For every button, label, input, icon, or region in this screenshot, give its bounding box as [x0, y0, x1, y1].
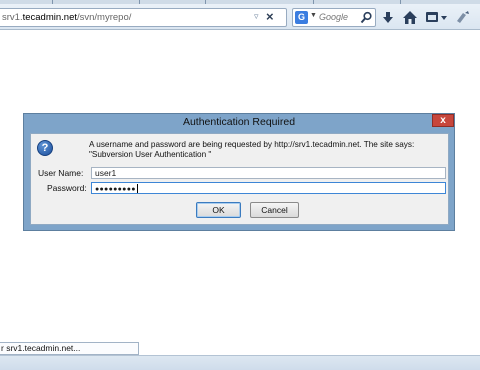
password-field[interactable]: ●●●●●●●●●	[91, 182, 446, 194]
home-icon[interactable]	[401, 9, 419, 26]
addon-icon[interactable]	[454, 9, 472, 26]
dialog-title: Authentication Required	[182, 116, 296, 128]
username-field[interactable]: user1	[91, 167, 446, 179]
chevron-down-icon[interactable]: ▼	[310, 12, 317, 19]
url-prefix: srv1.	[2, 12, 23, 23]
message-line: "Subversion User Authentication "	[89, 149, 212, 159]
url-text[interactable]: srv1.tecadmin.net/svn/myrepo/	[2, 12, 131, 23]
text-caret	[136, 184, 138, 193]
username-label: User Name:	[38, 168, 84, 178]
search-icon[interactable]	[360, 11, 373, 24]
status-tooltip: r srv1.tecadmin.net...	[0, 342, 139, 355]
dialog-body: ? A username and password are being requ…	[30, 133, 449, 225]
url-path: /svn/myrepo/	[77, 12, 132, 23]
stop-icon[interactable]: ×	[266, 9, 274, 24]
cancel-button[interactable]: Cancel	[250, 202, 299, 218]
question-icon: ?	[37, 140, 53, 156]
dropmarker-icon[interactable]: ▿	[254, 11, 259, 22]
download-icon[interactable]	[379, 9, 397, 26]
authentication-dialog: Authentication Required x ? A username a…	[23, 113, 455, 231]
addon-bar	[0, 355, 480, 370]
url-bar[interactable]: srv1.tecadmin.net/svn/myrepo/ ▿ ×	[0, 8, 287, 27]
username-value: user1	[95, 168, 117, 178]
menu-icon[interactable]	[424, 9, 448, 26]
navigation-toolbar: srv1.tecadmin.net/svn/myrepo/ ▿ × G ▼ Go…	[0, 4, 480, 30]
password-value: ●●●●●●●●●	[95, 186, 136, 193]
url-domain: tecadmin.net	[22, 12, 77, 23]
search-bar[interactable]: G ▼ Google	[292, 8, 376, 27]
search-input[interactable]: Google	[319, 12, 348, 22]
password-label: Password:	[47, 183, 87, 193]
close-button[interactable]: x	[432, 114, 454, 127]
search-engine-icon[interactable]: G	[295, 11, 308, 24]
dialog-message: A username and password are being reques…	[89, 140, 444, 159]
message-line: A username and password are being reques…	[89, 140, 415, 149]
ok-button[interactable]: OK	[196, 202, 241, 218]
